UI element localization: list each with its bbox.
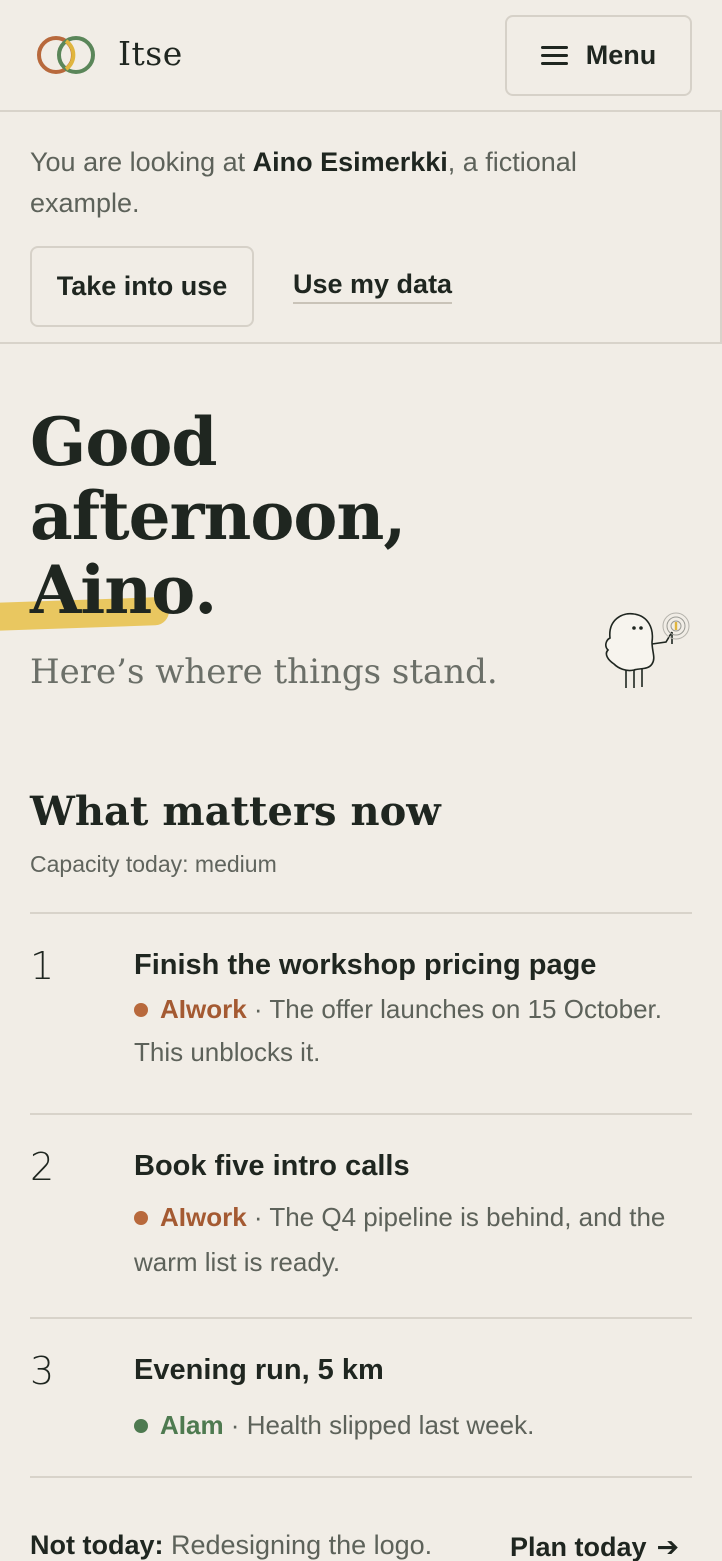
divider [30,1317,692,1319]
brand-name[interactable]: Itse [118,34,183,73]
divider [30,1113,692,1115]
meta-separator: · [246,994,270,1024]
menu-button-label: Menu [585,40,657,70]
priority-title: Finish the workshop pricing page [134,949,597,981]
menu-button[interactable]: Menu [505,15,692,96]
not-today-label: Not today: [30,1530,164,1560]
priority-title: Book five intro calls [134,1150,410,1182]
priority-meta: AIwork · The Q4 pipeline is behind, and … [134,1195,694,1285]
demo-banner-text: You are looking at Aino Esimerkki, a fic… [30,142,670,224]
banner-person-name: Aino Esimerkki [252,147,448,177]
section-title: What matters now [30,788,441,835]
priority-item[interactable]: 3 Evening run, 5 km AIam · Health slippe… [30,1349,692,1459]
greeting-punctuation: . [194,551,217,629]
greeting-heading: Good afternoon, Aino. [30,405,590,627]
area-tag: AIam [160,1410,224,1440]
divider [30,1476,692,1478]
priority-number: 1 [30,944,55,988]
top-header: Itse Menu [0,0,722,112]
priority-item[interactable]: 2 Book five intro calls AIwork · The Q4 … [30,1145,692,1295]
arrow-right-icon: ➔ [656,1532,680,1561]
plan-today-link[interactable]: Plan today ➔ [510,1532,679,1561]
area-tag: AIwork [160,994,247,1024]
take-into-use-button[interactable]: Take into use [30,246,254,327]
not-today-text: Redesigning the logo. [163,1530,433,1560]
capacity-indicator: Capacity today: medium [30,851,277,877]
priority-note: Health slipped last week. [246,1410,535,1440]
logo-icon[interactable] [34,32,100,78]
banner-text-prefix: You are looking at [30,147,253,177]
area-tag: AIwork [160,1202,247,1232]
meta-separator: · [223,1410,247,1440]
priority-number: 3 [30,1349,55,1393]
greeting-subtitle: Here’s where things stand. [30,652,498,692]
area-dot-icon [134,1211,148,1225]
hamburger-icon [540,45,568,66]
use-my-data-link[interactable]: Use my data [293,269,453,304]
not-today-note: Not today: Redesigning the logo. [30,1530,432,1561]
priority-item[interactable]: 1 Finish the workshop pricing page AIwor… [30,944,692,1094]
greeting-line-1: Good [30,403,218,481]
demo-banner: You are looking at Aino Esimerkki, a fic… [0,112,722,344]
meta-separator: · [246,1202,270,1232]
greeting-line-2: afternoon, [30,477,406,555]
greeting-name: Aino [30,551,195,629]
priority-title: Evening run, 5 km [134,1354,384,1386]
area-dot-icon [134,1003,148,1017]
priority-meta: AIwork · The offer launches on 15 Octobe… [134,988,694,1074]
mascot-illustration-icon [605,612,690,688]
plan-today-label: Plan today [510,1532,647,1561]
priority-number: 2 [30,1145,55,1189]
priority-meta: AIam · Health slipped last week. [134,1404,694,1447]
divider [30,912,692,914]
area-dot-icon [134,1419,148,1433]
